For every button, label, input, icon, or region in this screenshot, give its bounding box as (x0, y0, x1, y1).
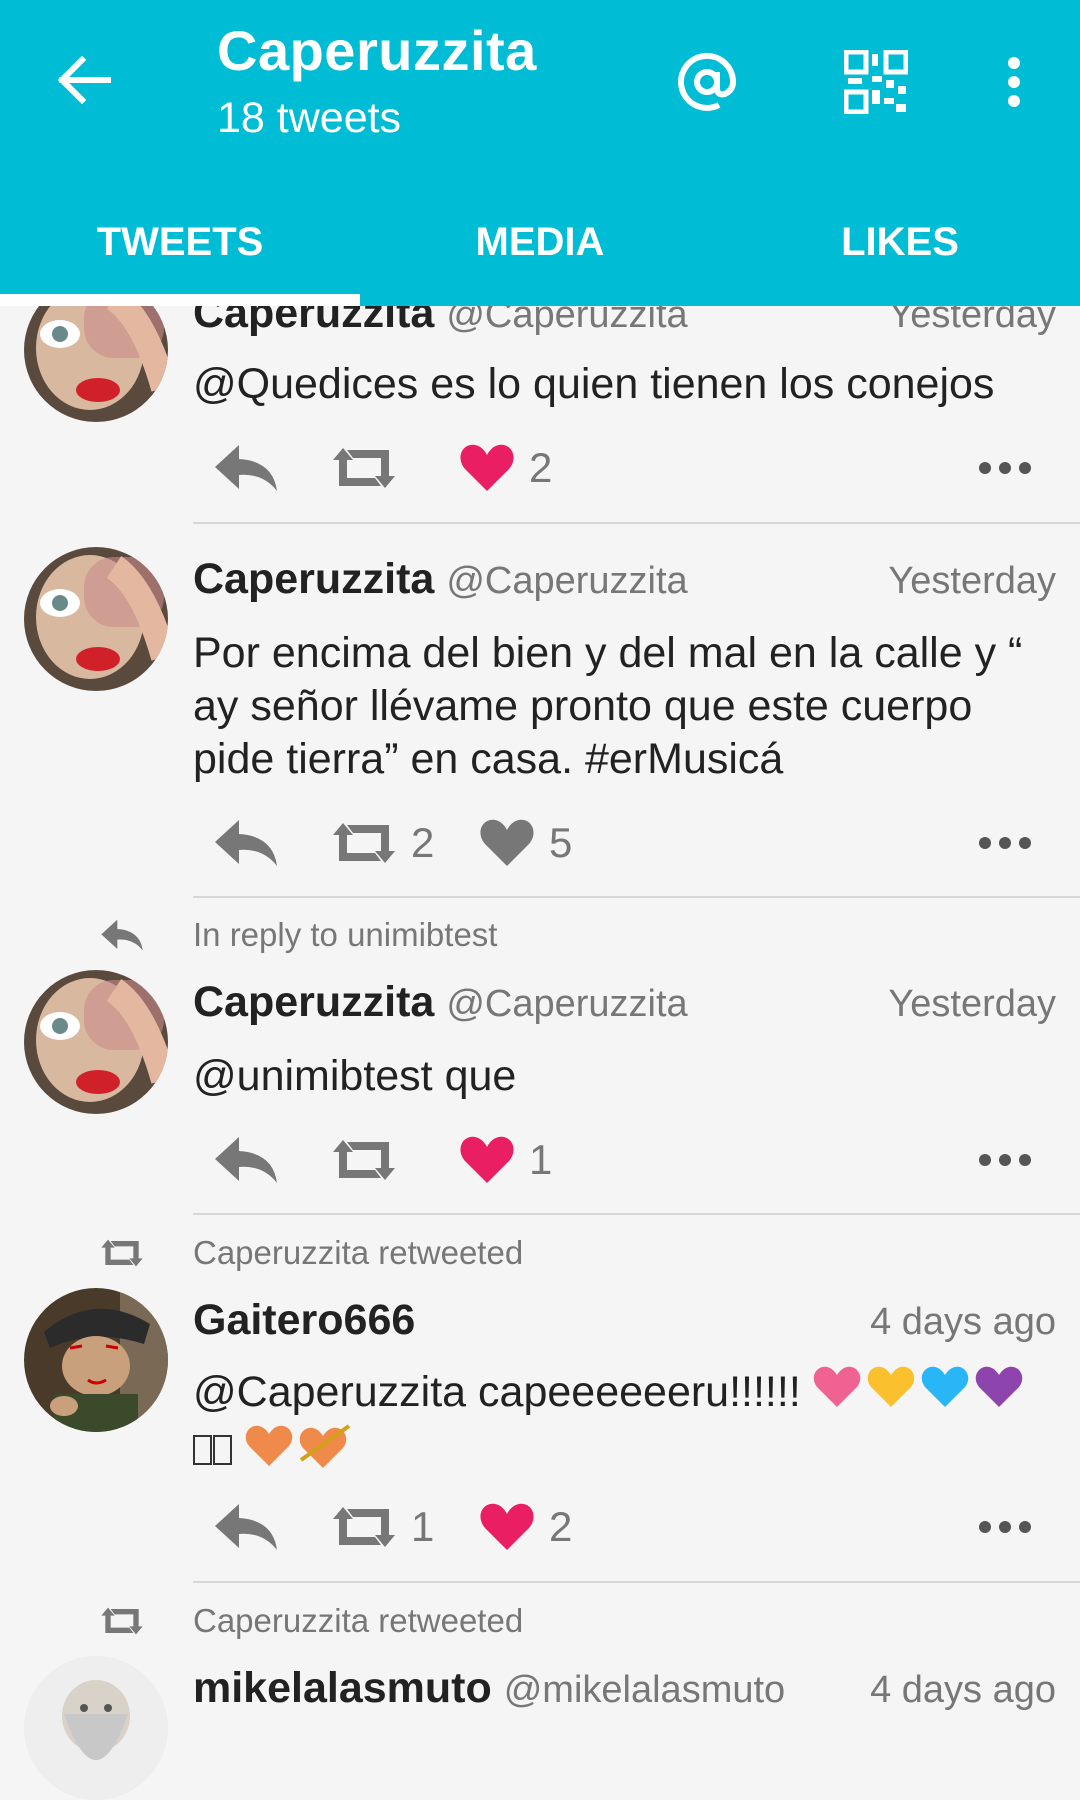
retweet-count: 1 (411, 1503, 435, 1550)
heart-icon (460, 1136, 514, 1183)
tweet-actions: 1 2 (193, 1487, 1056, 1567)
retweet-context: Caperuzzita retweeted (100, 1596, 1056, 1646)
more-horiz-icon (979, 837, 1031, 849)
author-handle[interactable]: @Caperuzzita (446, 983, 687, 1026)
like-button[interactable]: 2 (459, 428, 552, 508)
retweet-icon (333, 823, 395, 863)
reply-icon (215, 445, 277, 491)
retweet-button[interactable] (331, 1120, 397, 1200)
tweet-text: @unimibtest que (193, 1052, 517, 1100)
retweet-icon (333, 1507, 395, 1547)
tab-media[interactable]: MEDIA (360, 190, 720, 306)
tab-indicator (0, 294, 360, 306)
author-handle[interactable]: @Caperuzzita (446, 560, 687, 603)
emoji-orange-hearts (245, 1424, 355, 1483)
reply-icon (215, 820, 277, 866)
author-name[interactable]: Gaitero666 (193, 1296, 415, 1345)
back-button[interactable] (48, 44, 120, 116)
avatar[interactable] (24, 547, 168, 691)
retweet-icon (333, 448, 395, 488)
page-title: Caperuzzita (217, 19, 537, 82)
more-options-button[interactable] (978, 1487, 1032, 1567)
app-bar: Caperuzzita 18 tweets TWEETS MEDIA LIKES (0, 0, 1080, 306)
heart-icon (480, 1503, 534, 1550)
avatar[interactable] (24, 970, 168, 1114)
retweet-button[interactable]: 1 (331, 1487, 434, 1567)
author-handle[interactable]: @mikelalasmuto (504, 1669, 785, 1712)
emoji-hearts (813, 1365, 1025, 1424)
retweet-button[interactable] (331, 428, 397, 508)
reply-icon (215, 1137, 277, 1183)
divider (193, 522, 1080, 524)
reply-icon (101, 919, 143, 951)
tweet-text: @Caperuzzita capeeeeeeru!!!!!! (193, 1365, 1040, 1483)
tweet-count: 18 tweets (217, 94, 402, 142)
divider (193, 1581, 1080, 1583)
more-options-button[interactable] (978, 803, 1032, 883)
like-count: 1 (529, 1136, 553, 1183)
tweet-time: 4 days ago (870, 1301, 1056, 1343)
retweet-context: Caperuzzita retweeted (100, 1228, 1056, 1278)
divider (193, 896, 1080, 898)
qr-code-icon (844, 50, 908, 114)
heart-icon (460, 444, 514, 491)
reply-button[interactable] (213, 1487, 279, 1567)
reply-context-text[interactable]: In reply to unimibtest (193, 916, 497, 954)
avatar[interactable] (24, 1288, 168, 1432)
reply-icon (215, 1504, 277, 1550)
author-name[interactable]: Caperuzzita (193, 978, 434, 1027)
retweet-button[interactable]: 2 (331, 803, 434, 883)
reply-button[interactable] (213, 428, 279, 508)
tweet-text-content: @Caperuzzita capeeeeeeru!!!!!! (193, 1367, 801, 1416)
author-name[interactable]: Caperuzzita (193, 555, 434, 604)
reply-button[interactable] (213, 803, 279, 883)
tab-tweets[interactable]: TWEETS (0, 190, 360, 306)
back-arrow-icon (57, 56, 111, 104)
tweet-time: Yesterday (888, 983, 1056, 1025)
more-options-button[interactable] (978, 428, 1032, 508)
like-count: 2 (529, 444, 553, 491)
reply-context: In reply to unimibtest (100, 910, 1056, 960)
author-name[interactable]: mikelalasmuto (193, 1664, 492, 1713)
more-horiz-icon (979, 1521, 1031, 1533)
emoji-placeholder-glyphs (193, 1427, 233, 1480)
like-count: 2 (549, 1503, 573, 1550)
more-horiz-icon (979, 1154, 1031, 1166)
tweet-time: 4 days ago (870, 1669, 1056, 1711)
qr-code-button[interactable] (838, 44, 914, 120)
like-button[interactable]: 5 (479, 803, 572, 883)
more-horiz-icon (979, 462, 1031, 474)
retweet-context-text[interactable]: Caperuzzita retweeted (193, 1602, 523, 1640)
retweet-icon (101, 1239, 143, 1267)
more-options-button[interactable] (978, 1120, 1032, 1200)
retweet-icon (333, 1140, 395, 1180)
tweet-actions: 1 (193, 1120, 1056, 1200)
retweet-context-text[interactable]: Caperuzzita retweeted (193, 1234, 523, 1272)
tweet-actions: 2 (193, 428, 1056, 508)
like-button[interactable]: 2 (479, 1487, 572, 1567)
more-vert-icon (1008, 57, 1020, 107)
avatar[interactable] (24, 1656, 168, 1800)
tweet-text: Por encima del bien y del mal en la call… (193, 629, 1023, 783)
tweet-actions: 2 5 (193, 803, 1056, 883)
divider (193, 1213, 1080, 1215)
more-options-button[interactable] (976, 44, 1052, 120)
tweet-text: @Quedices es lo quien tienen los conejos (193, 360, 995, 408)
like-button[interactable]: 1 (459, 1120, 552, 1200)
tweet-time: Yesterday (888, 560, 1056, 602)
tab-bar: TWEETS MEDIA LIKES (0, 190, 1080, 306)
retweet-icon (101, 1607, 143, 1635)
retweet-count: 2 (411, 819, 435, 866)
tab-likes[interactable]: LIKES (720, 190, 1080, 306)
heart-icon (480, 819, 534, 866)
like-count: 5 (549, 819, 573, 866)
reply-button[interactable] (213, 1120, 279, 1200)
title-block: Caperuzzita 18 tweets (217, 18, 537, 146)
at-sign-icon (678, 52, 737, 111)
mentions-button[interactable] (669, 44, 745, 120)
